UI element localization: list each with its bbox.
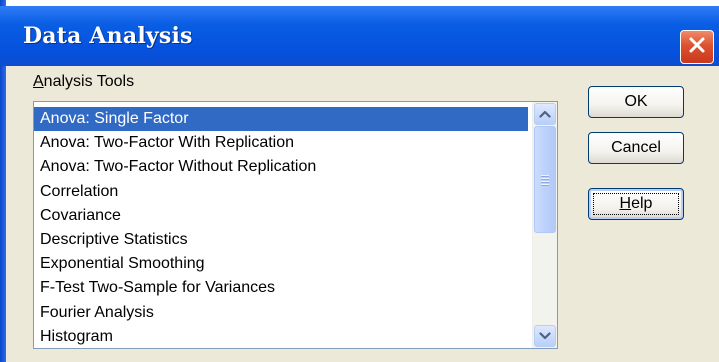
close-icon <box>688 36 706 59</box>
list-item[interactable]: Covariance <box>34 204 528 228</box>
help-button[interactable]: Help <box>588 188 684 220</box>
label-mnemonic: A <box>33 73 44 90</box>
focus-rectangle: Help <box>593 193 679 215</box>
chevron-down-icon <box>539 327 551 345</box>
help-mnemonic: H <box>619 195 632 212</box>
list-item[interactable]: Exponential Smoothing <box>34 252 528 276</box>
chevron-up-icon <box>539 105 551 123</box>
list-item[interactable]: F-Test Two-Sample for Variances <box>34 276 528 300</box>
window-title: Data Analysis <box>23 23 193 49</box>
scroll-up-button[interactable] <box>534 103 556 125</box>
help-button-label: elp <box>631 195 653 212</box>
list-item[interactable]: Histogram <box>34 325 528 348</box>
cancel-button-label: Cancel <box>611 139 661 156</box>
list-item[interactable]: Fourier Analysis <box>34 301 528 325</box>
close-button[interactable] <box>680 30 714 64</box>
scroll-down-button[interactable] <box>534 325 556 347</box>
grip-icon <box>541 174 549 185</box>
list-item[interactable]: Anova: Two-Factor With Replication <box>34 131 528 155</box>
list-item[interactable]: Anova: Single Factor <box>34 107 528 132</box>
scroll-thumb[interactable] <box>534 126 556 233</box>
ok-button[interactable]: OK <box>588 86 684 118</box>
ok-button-label: OK <box>624 93 648 110</box>
data-analysis-dialog: Data Analysis Analysis Tools Anova: Sing… <box>0 0 719 362</box>
title-bar[interactable]: Data Analysis <box>0 6 719 66</box>
list-item[interactable]: Anova: Two-Factor Without Replication <box>34 155 528 179</box>
label-text: nalysis Tools <box>43 73 135 90</box>
list-items: Anova: Single Factor Anova: Two-Factor W… <box>34 107 528 348</box>
analysis-tools-list[interactable]: Anova: Single Factor Anova: Two-Factor W… <box>33 101 558 349</box>
list-item[interactable]: Descriptive Statistics <box>34 228 528 252</box>
list-item[interactable]: Correlation <box>34 180 528 204</box>
cancel-button[interactable]: Cancel <box>588 132 684 164</box>
vertical-scrollbar[interactable] <box>532 102 557 348</box>
analysis-tools-label: Analysis Tools <box>33 73 134 91</box>
